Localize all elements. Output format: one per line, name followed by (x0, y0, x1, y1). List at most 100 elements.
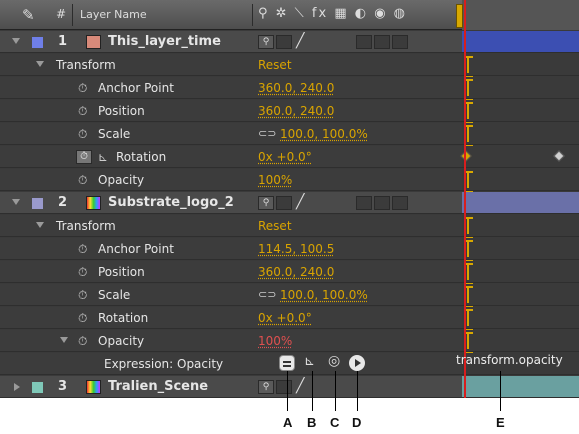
shy-switch-icon[interactable]: ⚲ (258, 35, 274, 49)
current-time-indicator-handle[interactable] (456, 4, 463, 28)
expand-triangle-icon[interactable] (60, 337, 68, 343)
property-row[interactable]: ⏱ Scale ⊂⊃ 100.0, 100.0% (0, 123, 462, 145)
property-row[interactable]: ⏱ Scale ⊂⊃ 100.0, 100.0% (0, 284, 462, 306)
layer-label-color[interactable] (32, 37, 43, 48)
timeline-track (462, 100, 579, 124)
reset-link[interactable]: Reset (258, 219, 292, 233)
time-ruler[interactable] (462, 0, 579, 30)
timeline-track (462, 215, 579, 239)
layer-duration-bar[interactable] (462, 192, 579, 214)
layer-name[interactable]: Tralien_Scene (108, 379, 208, 394)
expand-triangle-icon[interactable] (14, 383, 20, 391)
quality-switch-icon[interactable]: ╱ (296, 194, 304, 210)
switch-box[interactable] (276, 196, 292, 210)
switches-header-icons[interactable]: ⚲ ✲ ⟍ fx ▦ ◐ ◉ ◍ (258, 6, 407, 21)
label-tag-icon[interactable]: ✎ (22, 6, 35, 24)
layer-name[interactable]: Substrate_logo_2 (108, 195, 234, 210)
layer-duration-bar[interactable] (462, 376, 579, 398)
transform-group-row[interactable]: Transform Reset (0, 215, 462, 237)
layer-index: 3 (58, 379, 68, 394)
expression-graph-icon[interactable]: ⊾ (304, 354, 320, 370)
switch-box[interactable] (374, 196, 390, 210)
stopwatch-active-icon[interactable]: ⏱ (76, 150, 92, 164)
property-name: Position (98, 104, 145, 118)
expression-field[interactable]: transform.opacity (456, 353, 563, 367)
callout-line (357, 371, 358, 411)
keyframe-diamond-icon[interactable] (460, 150, 472, 162)
property-value[interactable]: 0x +0.0° (258, 311, 312, 325)
property-value[interactable]: 360.0, 240.0 (258, 265, 334, 279)
constrain-proportions-link-icon[interactable]: ⊂⊃ (258, 288, 276, 301)
stopwatch-icon[interactable]: ⏱ (78, 104, 87, 119)
expand-triangle-icon[interactable] (36, 222, 44, 228)
pick-whip-icon[interactable]: ◎ (328, 353, 344, 369)
expand-triangle-icon[interactable] (12, 199, 20, 205)
layer-row[interactable]: 3 Tralien_Scene ⚲ ╱ (0, 376, 462, 398)
property-value[interactable]: 100% (258, 173, 292, 187)
property-name: Position (98, 265, 145, 279)
layer-label-color[interactable] (32, 382, 43, 393)
expression-row[interactable]: Expression: Opacity (0, 353, 462, 375)
shy-switch-icon[interactable]: ⚲ (258, 380, 274, 394)
property-row[interactable]: ⏱ Position 360.0, 240.0 (0, 100, 462, 122)
column-layer-name-header[interactable]: Layer Name (80, 8, 147, 21)
stopwatch-icon[interactable]: ⏱ (78, 265, 87, 280)
property-row[interactable]: ⏱ Opacity 100% (0, 169, 462, 191)
property-value[interactable]: 100.0, 100.0% (280, 127, 368, 141)
property-value[interactable]: 100% (258, 334, 292, 348)
switch-box[interactable] (356, 196, 372, 210)
keyframe-diamond-icon[interactable] (553, 150, 565, 162)
timeline-track (462, 238, 579, 262)
expand-triangle-icon[interactable] (12, 38, 20, 44)
property-row[interactable]: ⏱ Rotation 0x +0.0° (0, 307, 462, 329)
stopwatch-icon[interactable]: ⏱ (78, 288, 87, 303)
graph-editor-icon[interactable]: ⊾ (98, 150, 108, 164)
quality-switch-icon[interactable]: ╱ (296, 33, 304, 49)
stopwatch-icon[interactable]: ⏱ (78, 81, 87, 96)
stopwatch-icon[interactable]: ⏱ (78, 173, 87, 188)
property-row[interactable]: ⏱ Opacity 100% (0, 330, 462, 352)
property-row[interactable]: ⏱ ⊾ Rotation 0x +0.0° (0, 146, 462, 168)
layer-label-color[interactable] (32, 198, 43, 209)
column-number-header[interactable]: # (56, 7, 66, 21)
layer-row[interactable]: 2 Substrate_logo_2 ⚲ ╱ (0, 192, 462, 214)
property-value[interactable]: 100.0, 100.0% (280, 288, 368, 302)
switch-box[interactable] (392, 35, 408, 49)
layer-duration-bar[interactable] (462, 31, 579, 53)
switch-box[interactable] (276, 35, 292, 49)
switch-box[interactable] (374, 35, 390, 49)
property-row[interactable]: ⏱ Anchor Point 114.5, 100.5 (0, 238, 462, 260)
switch-box[interactable] (276, 380, 292, 394)
expand-triangle-icon[interactable] (36, 61, 44, 67)
constrain-proportions-link-icon[interactable]: ⊂⊃ (258, 127, 276, 140)
stopwatch-icon[interactable]: ⏱ (78, 334, 87, 349)
property-name: Opacity (98, 334, 145, 348)
callout-label-b: B (307, 415, 317, 430)
layer-row[interactable]: 1 This_layer_time ⚲ ╱ (0, 31, 462, 53)
stopwatch-icon[interactable]: ⏱ (78, 242, 87, 257)
callout-label-a: A (283, 415, 293, 430)
property-value[interactable]: 360.0, 240.0 (258, 104, 334, 118)
stopwatch-icon[interactable]: ⏱ (78, 127, 87, 142)
layer-source-icon (86, 196, 101, 210)
switch-box[interactable] (392, 196, 408, 210)
property-name: Anchor Point (98, 81, 174, 95)
stopwatch-icon[interactable]: ⏱ (78, 311, 87, 326)
shy-switch-icon[interactable]: ⚲ (258, 196, 274, 210)
switch-box[interactable] (356, 35, 372, 49)
enable-expression-icon[interactable] (279, 355, 295, 371)
expression-language-menu-icon[interactable] (349, 355, 365, 371)
layer-name[interactable]: This_layer_time (108, 34, 221, 49)
property-row[interactable]: ⏱ Position 360.0, 240.0 (0, 261, 462, 283)
property-value[interactable]: 0x +0.0° (258, 150, 312, 164)
reset-link[interactable]: Reset (258, 58, 292, 72)
property-value[interactable]: 360.0, 240.0 (258, 81, 334, 95)
quality-switch-icon[interactable]: ╱ (296, 378, 304, 394)
property-value[interactable]: 114.5, 100.5 (258, 242, 334, 256)
property-row[interactable]: ⏱ Anchor Point 360.0, 240.0 (0, 77, 462, 99)
layer-source-icon (86, 380, 101, 394)
playhead-line[interactable] (464, 0, 466, 398)
timeline-panel: ✎ # Layer Name ⚲ ✲ ⟍ fx ▦ ◐ ◉ ◍ 1 This_l… (0, 0, 579, 398)
transform-group-row[interactable]: Transform Reset (0, 54, 462, 76)
callout-line (500, 371, 501, 411)
